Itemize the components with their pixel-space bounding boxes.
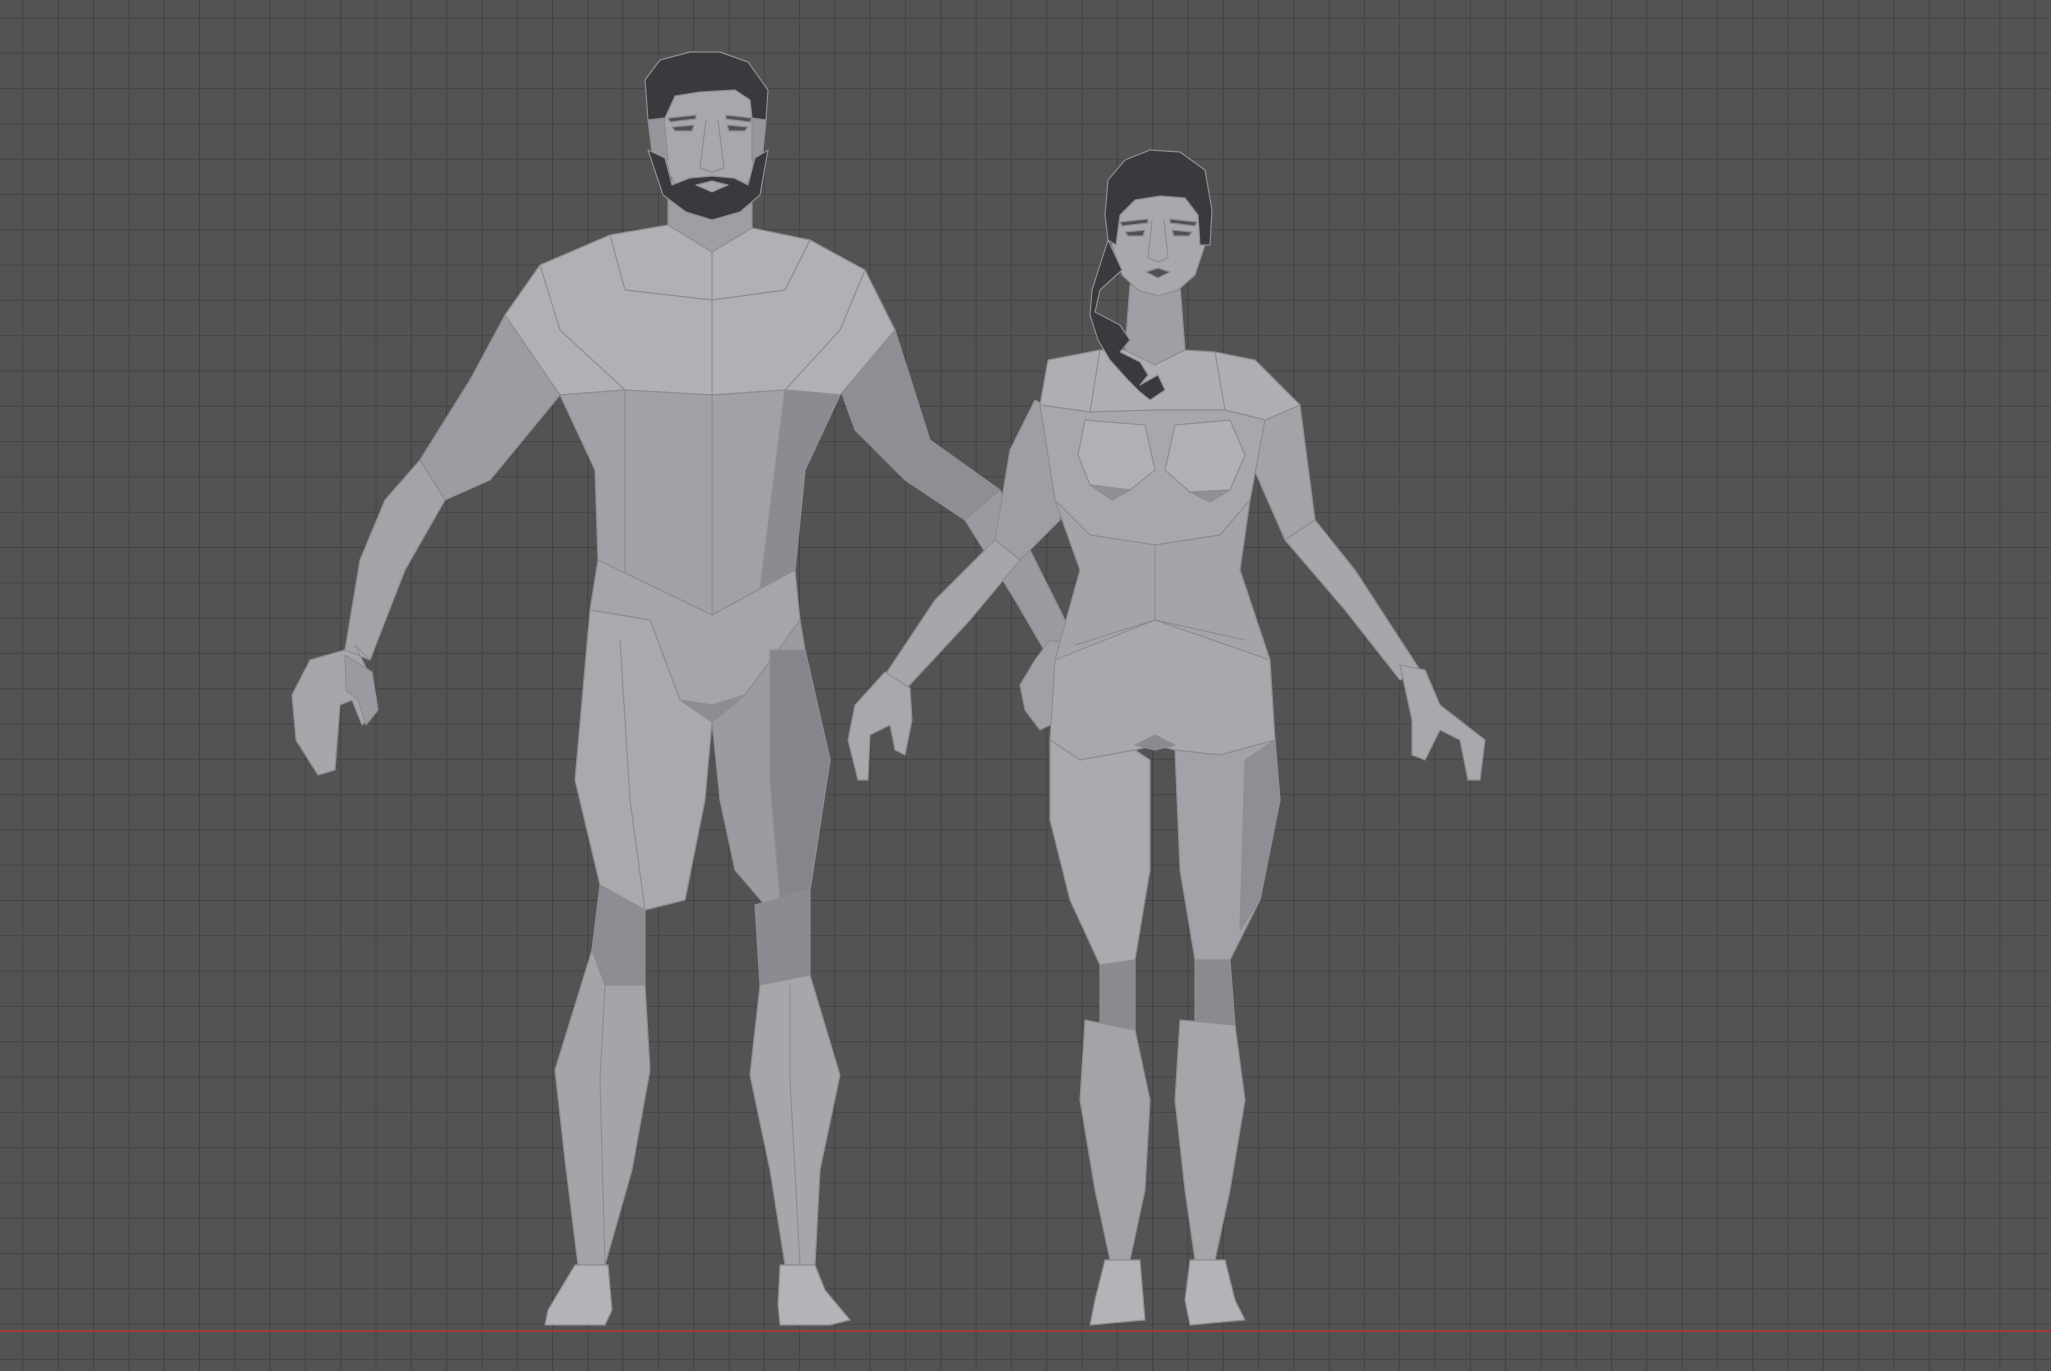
female-right-hand — [1399, 664, 1486, 781]
male-left-forearm — [344, 459, 446, 661]
female-left-shin — [1079, 1019, 1151, 1261]
male-right-thigh-side — [769, 649, 831, 901]
female-right-knee — [1194, 959, 1236, 1026]
male-right-knee — [754, 889, 811, 986]
female-left-forearm — [884, 539, 1021, 691]
female-right-forearm — [1284, 519, 1421, 681]
female-right-foot — [1184, 1259, 1246, 1326]
male-left-foot — [544, 1264, 613, 1326]
female-character-mesh[interactable] — [847, 149, 1486, 1326]
male-shoulders — [504, 224, 896, 396]
female-left-knee — [1099, 959, 1136, 1031]
female-right-shin — [1174, 1019, 1246, 1261]
female-left-thigh — [1049, 739, 1151, 966]
female-left-hand — [847, 671, 913, 781]
female-right-thigh-side — [1239, 739, 1281, 931]
male-right-shin — [749, 974, 841, 1266]
scene-objects — [291, 51, 1486, 1326]
male-right-foot — [777, 1264, 851, 1326]
female-breast-left — [1077, 419, 1156, 491]
female-left-foot — [1089, 1259, 1146, 1326]
female-breast-right — [1164, 419, 1246, 493]
male-character-mesh[interactable] — [291, 51, 1076, 1326]
male-left-shin — [554, 949, 651, 1266]
female-neck — [1124, 284, 1186, 366]
3d-viewport[interactable] — [0, 0, 2051, 1371]
